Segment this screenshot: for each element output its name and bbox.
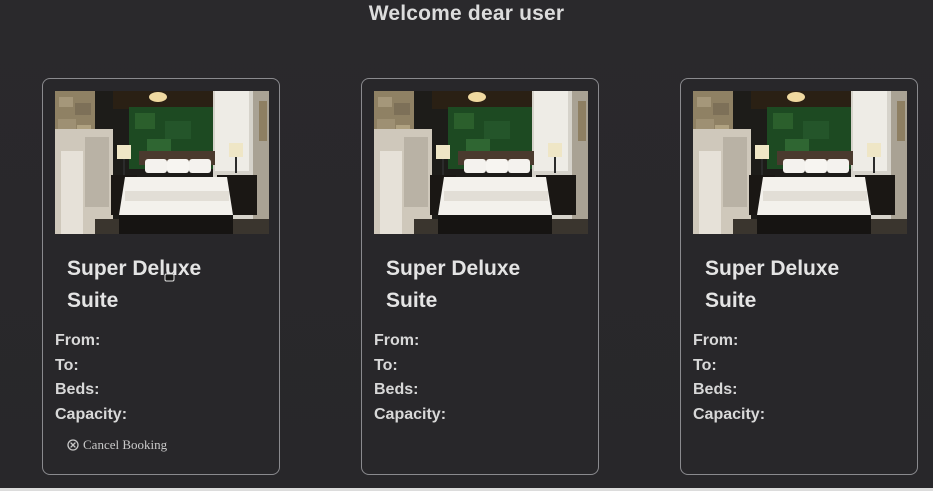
cancel-booking-button[interactable]: Cancel Booking [67, 437, 167, 453]
from-label: From: [374, 332, 420, 349]
booking-details: From: To: Beds: Capacity: [693, 329, 765, 428]
booking-details: From: To: Beds: Capacity: [55, 329, 127, 428]
room-title: Super Deluxe Suite [67, 257, 202, 312]
capacity-label: Capacity: [374, 406, 447, 424]
room-card: Super Deluxe Suite From: To: Beds: Capac… [361, 78, 599, 475]
room-title: Super Deluxe Suite [705, 257, 840, 312]
cancel-booking-label: Cancel Booking [83, 437, 168, 452]
welcome-heading: Welcome dear user [368, 2, 565, 25]
circle-x-icon [67, 439, 79, 451]
page: Welcome dear user Super Deluxe Suite Fro… [0, 0, 933, 491]
capacity-label: Capacity: [55, 406, 128, 424]
beds-label: Beds: [55, 381, 100, 399]
to-label: To: [55, 356, 79, 374]
room-card: Super Deluxe Suite From: To: Beds: Capac… [42, 78, 280, 475]
room-title: Super Deluxe Suite [386, 257, 521, 312]
room-photo [374, 91, 588, 234]
booking-details: From: To: Beds: Capacity: [374, 329, 446, 428]
room-photo [55, 91, 269, 234]
to-label: To: [693, 356, 717, 374]
beds-label: Beds: [374, 381, 419, 399]
capacity-label: Capacity: [693, 406, 766, 424]
room-photo [693, 91, 907, 234]
from-label: From: [693, 332, 739, 349]
beds-label: Beds: [693, 381, 738, 399]
room-card: Super Deluxe Suite From: To: Beds: Capac… [680, 78, 918, 475]
to-label: To: [374, 356, 398, 374]
mouse-cursor-icon [164, 273, 175, 282]
from-label: From: [55, 332, 101, 349]
